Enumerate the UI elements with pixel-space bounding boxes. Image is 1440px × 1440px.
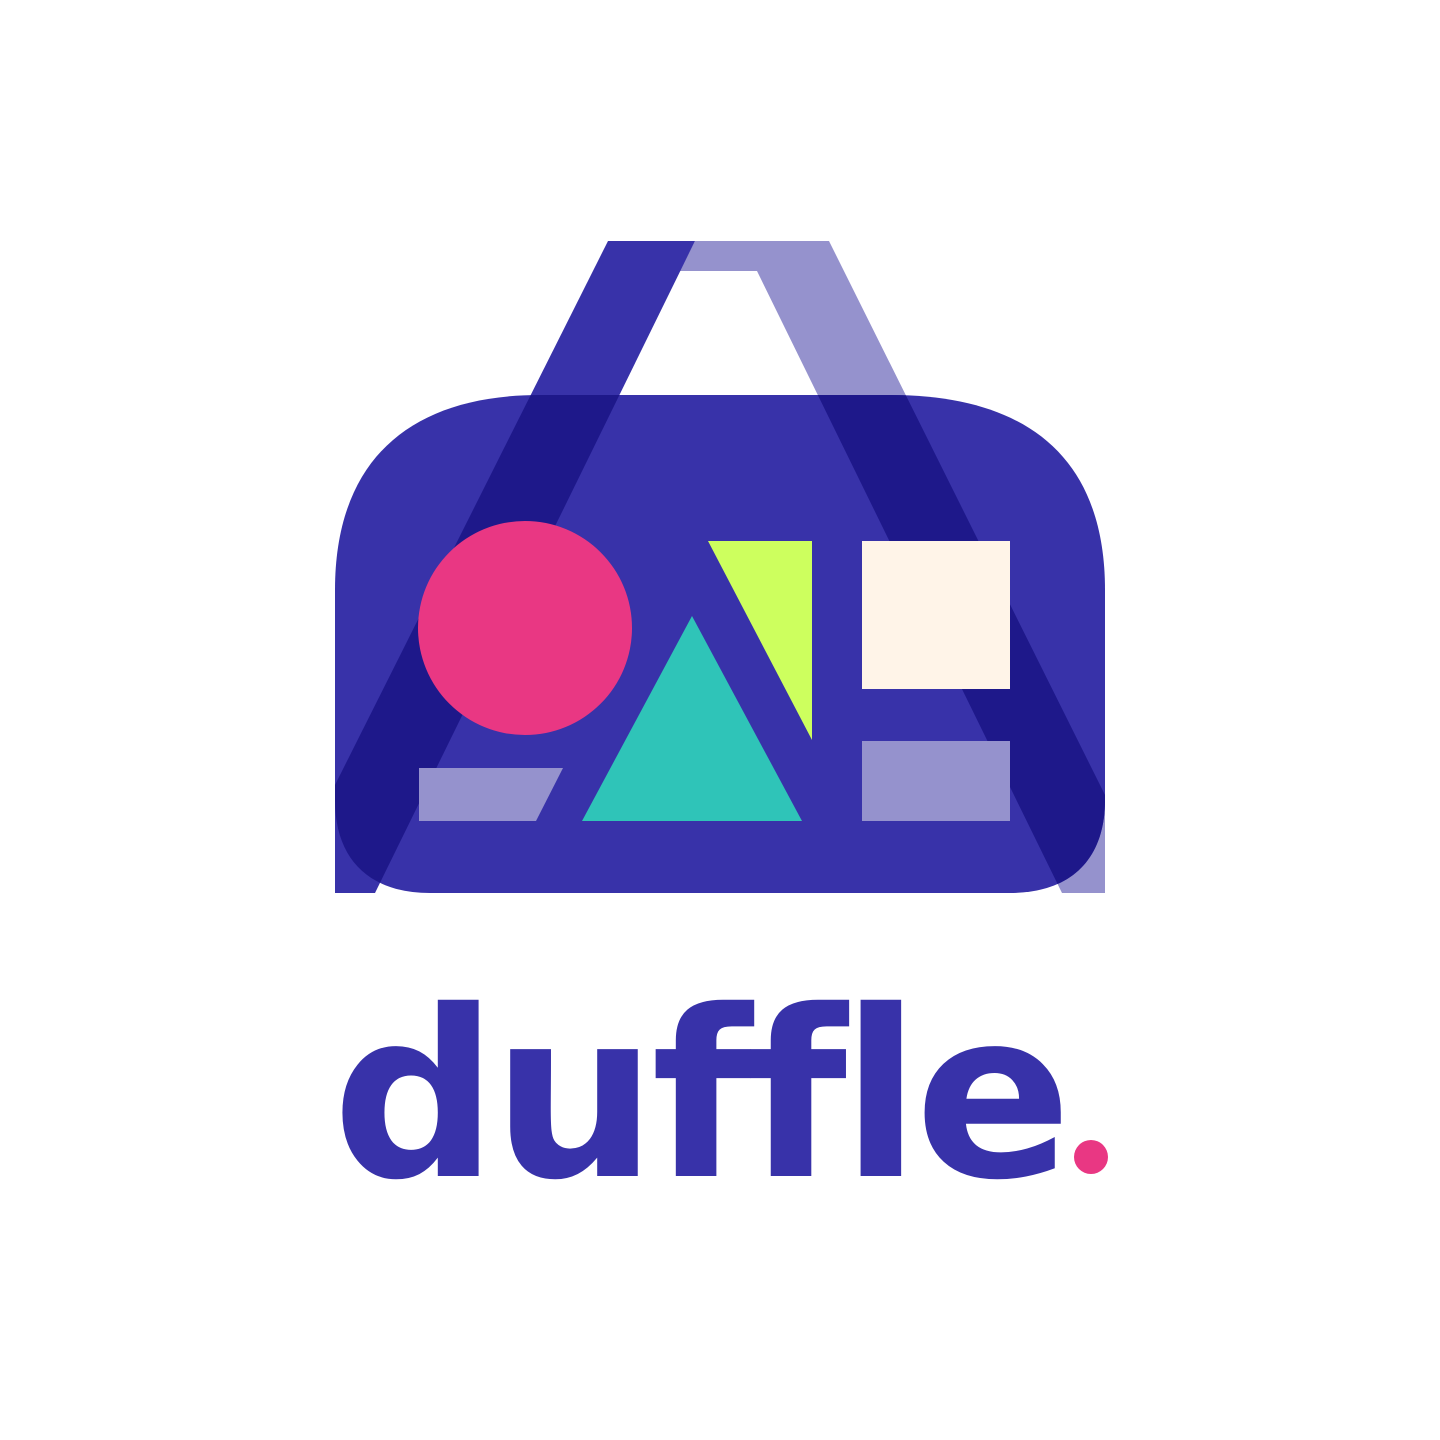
pink-circle [418,521,632,735]
brand-wordmark: duffle [0,961,1440,1231]
cream-square [862,541,1010,689]
brand-name: duffle [332,961,1072,1231]
lavender-bar-right [862,741,1010,821]
brand-dot [1073,1140,1108,1174]
